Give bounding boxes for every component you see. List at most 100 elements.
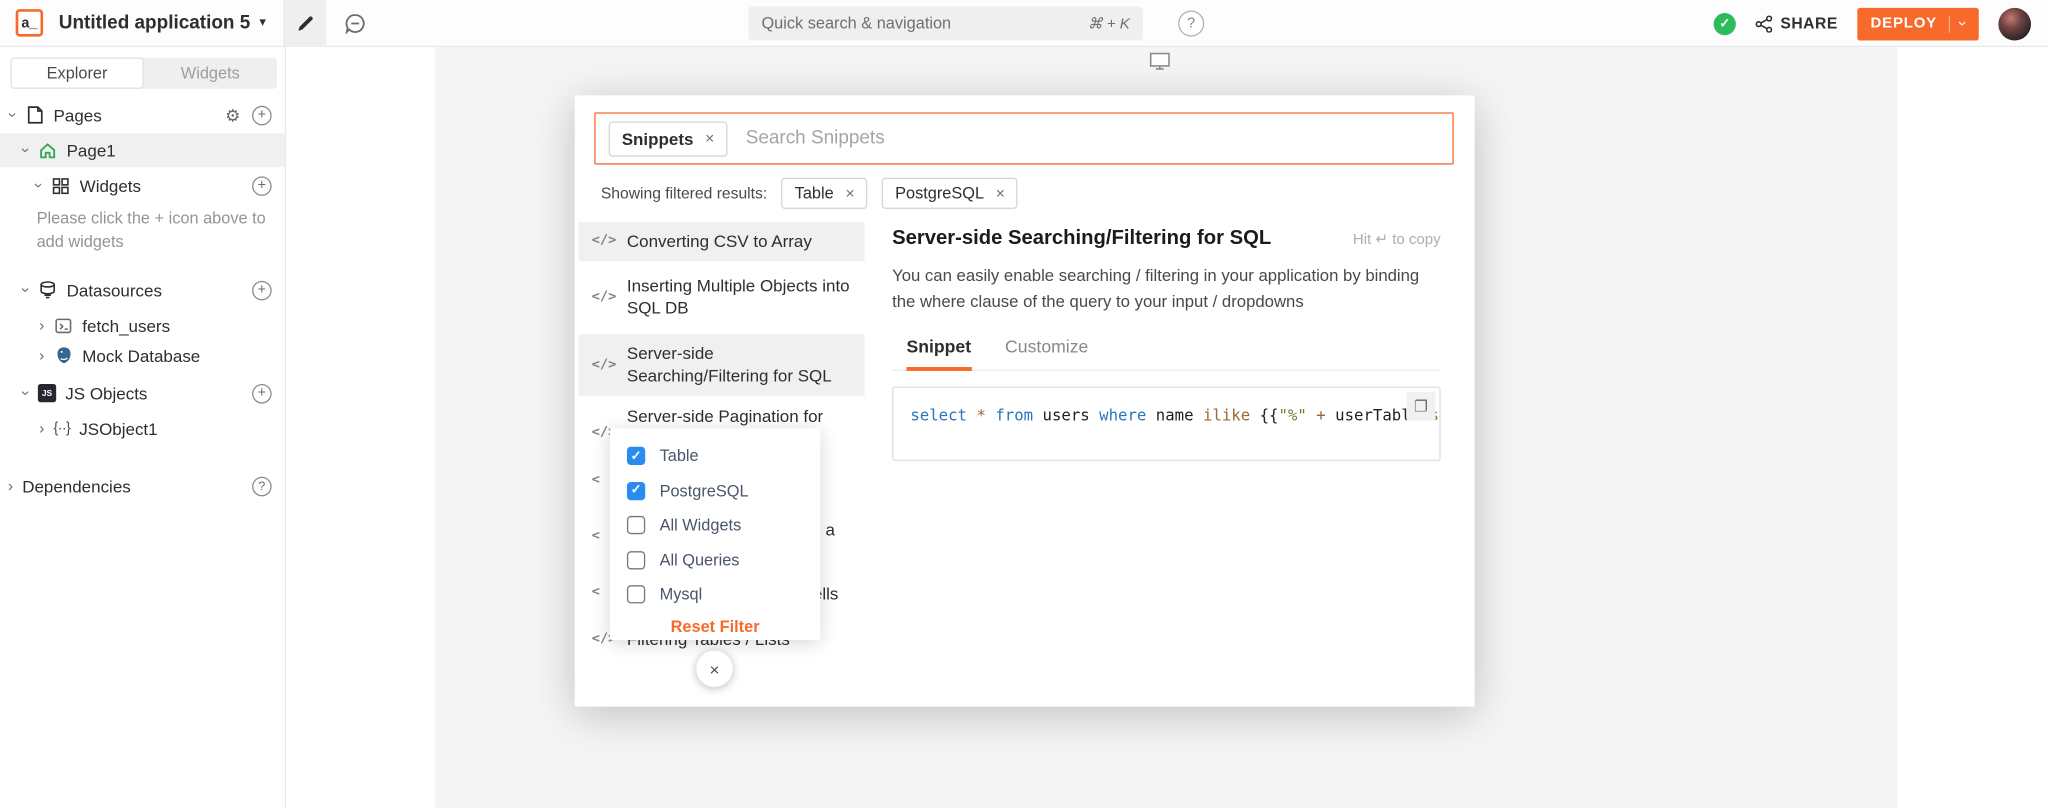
tab-explorer[interactable]: Explorer: [10, 57, 143, 88]
close-icon[interactable]: ×: [705, 129, 714, 147]
snippet-search-placeholder: Search Snippets: [746, 128, 885, 149]
sidebar-tab-switcher: Explorer Widgets: [10, 57, 276, 88]
page-file-icon: [25, 106, 45, 124]
fetch-users-label: fetch_users: [82, 315, 170, 335]
filter-option-postgresql[interactable]: PostgreSQL: [627, 473, 820, 508]
modal-close-button[interactable]: ×: [696, 650, 733, 687]
tab-widgets[interactable]: Widgets: [144, 57, 277, 88]
add-js-object-button[interactable]: +: [252, 383, 272, 403]
comment-icon: [344, 12, 365, 33]
copy-code-button[interactable]: ❐: [1407, 391, 1436, 420]
checkbox[interactable]: [627, 551, 645, 569]
sidebar-item-mock-database[interactable]: › Mock Database: [0, 338, 285, 372]
sidebar-item-fetch-users[interactable]: › fetch_users: [0, 308, 285, 342]
database-icon: [38, 281, 58, 299]
chevron-right-icon[interactable]: ›: [8, 478, 13, 494]
filter-option-all-widgets[interactable]: All Widgets: [627, 508, 820, 543]
checkbox[interactable]: [627, 482, 645, 500]
quick-search-input[interactable]: Quick search & navigation ⌘ + K: [748, 7, 1142, 41]
help-button[interactable]: ?: [1178, 10, 1204, 36]
pages-label: Pages: [54, 105, 102, 125]
sidebar-item-js-objects[interactable]: › JS JS Objects +: [0, 376, 285, 410]
sidebar-item-datasources[interactable]: › Datasources +: [0, 273, 285, 307]
filter-option-all-queries[interactable]: All Queries: [627, 543, 820, 578]
dependencies-help-icon[interactable]: ?: [252, 476, 272, 496]
help-icon: ?: [1187, 16, 1195, 32]
chevron-down-icon[interactable]: ›: [5, 112, 21, 117]
pencil-icon: [296, 14, 314, 32]
app-title[interactable]: Untitled application 5: [59, 12, 251, 33]
app-title-caret-icon[interactable]: ▾: [259, 16, 266, 30]
gear-icon[interactable]: ⚙: [225, 106, 240, 123]
filter-option-table[interactable]: Table: [627, 439, 820, 474]
checkbox[interactable]: [627, 585, 645, 603]
snippet-detail-pane: Server-side Searching/Filtering for SQL …: [892, 227, 1441, 460]
appsmith-logo-icon[interactable]: a_: [16, 9, 43, 36]
tab-snippet[interactable]: Snippet: [906, 337, 971, 371]
sidebar-item-jsobject1[interactable]: › {··} JSObject1: [0, 411, 285, 445]
tab-customize[interactable]: Customize: [1005, 337, 1088, 370]
share-button[interactable]: SHARE: [1756, 14, 1838, 32]
chevron-right-icon[interactable]: ›: [39, 347, 44, 363]
checkbox[interactable]: [627, 516, 645, 534]
sidebar-item-page1[interactable]: › Page1: [0, 133, 285, 167]
add-page-button[interactable]: +: [252, 105, 272, 125]
topbar-right-cluster: ✓ SHARE DEPLOY ›: [1714, 0, 2031, 47]
sidebar-item-pages[interactable]: › Pages ⚙ +: [0, 98, 285, 132]
query-icon: [54, 317, 74, 334]
deploy-caret-icon[interactable]: ›: [1949, 15, 1966, 32]
chevron-right-icon[interactable]: ›: [39, 317, 44, 333]
snippet-title: Server-side Searching/Filtering for SQL: [892, 227, 1271, 251]
code-icon: </>: [592, 356, 617, 374]
chevron-down-icon[interactable]: ›: [18, 148, 34, 153]
deploy-button[interactable]: DEPLOY ›: [1857, 7, 1978, 40]
snippet-description: You can easily enable searching / filter…: [892, 263, 1441, 315]
code-icon-partial: <: [592, 472, 600, 488]
save-status-icon: ✓: [1714, 12, 1736, 34]
filter-option-mysql[interactable]: Mysql: [627, 577, 820, 612]
chevron-down-icon[interactable]: ›: [18, 391, 34, 396]
top-bar: a_ Untitled application 5 ▾ Quick search…: [0, 0, 2048, 47]
snippets-category-pill[interactable]: Snippets ×: [609, 121, 728, 156]
close-icon: ×: [709, 659, 719, 679]
snippet-search-input[interactable]: Snippets × Search Snippets: [594, 112, 1453, 164]
jsobject1-label: JSObject1: [79, 419, 157, 439]
add-widget-button[interactable]: +: [252, 176, 272, 196]
reset-filter-button[interactable]: Reset Filter: [627, 617, 803, 635]
page1-label: Page1: [67, 140, 116, 160]
edit-mode-button[interactable]: [284, 0, 326, 46]
list-item-inserting-multiple[interactable]: </> Inserting Multiple Objects into SQL …: [579, 266, 865, 327]
quick-search-shortcut: ⌘ + K: [1088, 14, 1130, 32]
filter-tag-table[interactable]: Table ×: [782, 178, 868, 209]
filter-summary-label: Showing filtered results:: [601, 184, 767, 202]
sidebar-item-dependencies[interactable]: › Dependencies ?: [0, 469, 285, 503]
datasources-label: Datasources: [67, 280, 162, 300]
canvas-size-monitor-icon[interactable]: [1149, 52, 1170, 70]
sidebar-item-widgets[interactable]: › Widgets +: [0, 168, 285, 202]
list-item-fragment[interactable]: a: [825, 520, 834, 540]
add-datasource-button[interactable]: +: [252, 280, 272, 300]
widgets-empty-message: Please click the + icon above to add wid…: [37, 206, 277, 253]
snippet-code-block: select * from users where name ilike {{"…: [892, 386, 1441, 460]
user-avatar[interactable]: [1998, 7, 2031, 40]
deploy-label: DEPLOY: [1871, 16, 1937, 32]
filter-dropdown: Table PostgreSQL All Widgets All Queries…: [610, 428, 820, 640]
checkbox[interactable]: [627, 447, 645, 465]
comments-button[interactable]: [334, 0, 376, 46]
filter-tag-postgresql[interactable]: PostgreSQL ×: [882, 178, 1018, 209]
close-icon[interactable]: ×: [996, 184, 1005, 202]
chevron-right-icon[interactable]: ›: [39, 421, 44, 437]
code-icon-partial: <: [592, 528, 600, 544]
code-icon-partial: <: [592, 584, 600, 600]
list-item-server-side-searching[interactable]: </> Server-side Searching/Filtering for …: [579, 334, 865, 395]
js-objects-label: JS Objects: [65, 383, 147, 403]
app-root: a_ Untitled application 5 ▾ Quick search…: [0, 0, 2048, 808]
snippet-code: select * from users where name ilike {{"…: [910, 406, 1439, 424]
logo-text: a_: [21, 15, 37, 31]
close-icon[interactable]: ×: [845, 184, 854, 202]
list-item-converting-csv[interactable]: </> Converting CSV to Array: [579, 222, 865, 261]
snippets-pill-label: Snippets: [622, 129, 694, 149]
copy-icon: ❐: [1414, 397, 1428, 415]
chevron-down-icon[interactable]: ›: [31, 183, 47, 188]
chevron-down-icon[interactable]: ›: [18, 287, 34, 292]
